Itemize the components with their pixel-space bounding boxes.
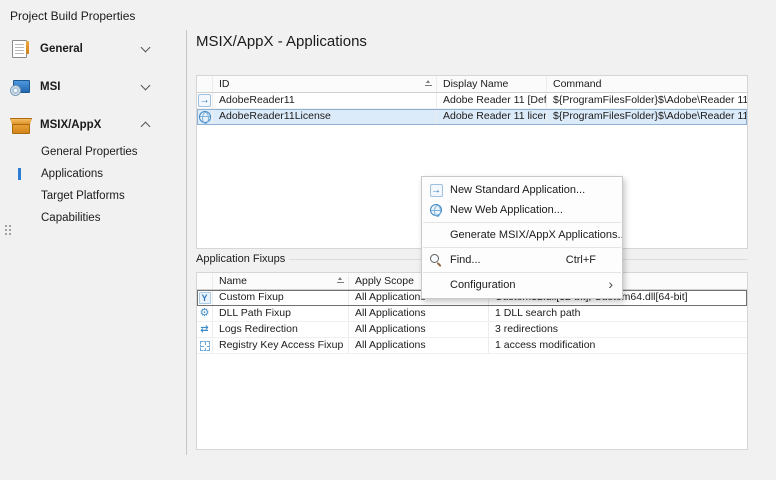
menu-item-new-web-application[interactable]: New Web Application... <box>422 200 622 220</box>
registry-grid-icon <box>200 341 210 351</box>
sidebar-group-label: MSIX/AppX <box>40 119 101 131</box>
fixup-details: 1 DLL search path <box>489 306 747 321</box>
custom-fixup-icon <box>199 292 211 304</box>
app-id: AdobeReader11 <box>213 93 437 108</box>
chevron-down-icon[interactable] <box>141 43 151 53</box>
sidebar-group-msi[interactable]: MSI <box>10 76 176 98</box>
table-row[interactable]: AdobeReader11License Adobe Reader 11 lic… <box>197 109 747 125</box>
fixup-name: Logs Redirection <box>213 322 349 337</box>
sidebar-group-msix-appx[interactable]: MSIX/AppX <box>10 114 176 136</box>
fixup-name: Registry Key Access Fixup <box>213 338 349 353</box>
menu-shortcut: Ctrl+F <box>566 254 596 266</box>
applications-table-header: ID Display Name Command <box>197 76 747 93</box>
fixup-details: 3 redirections <box>489 322 747 337</box>
menu-separator <box>423 272 621 273</box>
sort-ascending-icon <box>337 277 344 284</box>
sidebar-item-applications[interactable]: Applications <box>0 165 186 183</box>
menu-item-new-standard-application[interactable]: New Standard Application... <box>422 180 622 200</box>
standard-application-icon <box>430 184 443 197</box>
menu-item-generate-msix-appx-applications[interactable]: Generate MSIX/AppX Applications... <box>422 225 622 245</box>
panel-grip-handle[interactable] <box>4 224 11 236</box>
app-display-name: Adobe Reader 11 license <box>437 109 547 124</box>
table-row[interactable]: DLL Path Fixup All Applications 1 DLL se… <box>197 306 747 322</box>
submenu-arrow-icon: › <box>608 276 613 292</box>
header-icon-column[interactable] <box>197 76 213 92</box>
chevron-down-icon[interactable] <box>141 81 151 91</box>
section-title: MSIX/AppX - Applications <box>196 33 367 50</box>
chevron-up-icon[interactable] <box>141 122 151 132</box>
sidebar-group-general[interactable]: General <box>10 38 176 60</box>
app-command: ${ProgramFilesFolder}$\Adobe\Reader 11.0… <box>547 109 747 124</box>
header-display-name[interactable]: Display Name <box>437 76 547 92</box>
sidebar: General MSI MSIX/AppX General Properties… <box>0 30 186 460</box>
menu-separator <box>423 247 621 248</box>
gear-icon <box>198 307 211 320</box>
context-menu: New Standard Application... New Web Appl… <box>421 176 623 299</box>
selected-item-marker <box>18 168 21 180</box>
sidebar-item-label: Applications <box>41 168 103 180</box>
menu-separator <box>423 222 621 223</box>
msix-box-icon <box>10 115 30 135</box>
header-id[interactable]: ID <box>213 76 437 92</box>
msi-disc-icon <box>10 77 30 97</box>
sidebar-item-capabilities[interactable]: Capabilities <box>0 209 186 227</box>
find-icon <box>430 254 443 267</box>
project-build-properties-window: Project Build Properties General MSI MSI… <box>0 0 776 480</box>
fixup-apply-scope: All Applications <box>349 338 489 353</box>
web-application-icon <box>199 111 211 123</box>
page-title: Project Build Properties <box>10 9 135 23</box>
table-row[interactable]: AdobeReader11 Adobe Reader 11 [Default] … <box>197 93 747 109</box>
standard-application-icon <box>198 94 211 107</box>
table-row[interactable]: Registry Key Access Fixup All Applicatio… <box>197 338 747 354</box>
sidebar-group-label: MSI <box>40 81 60 93</box>
sidebar-item-general-properties[interactable]: General Properties <box>0 143 186 161</box>
sidebar-item-target-platforms[interactable]: Target Platforms <box>0 187 186 205</box>
sidebar-item-label: Capabilities <box>41 212 100 224</box>
sidebar-item-label: General Properties <box>41 146 138 158</box>
fixup-apply-scope: All Applications <box>349 322 489 337</box>
fixup-details: 1 access modification <box>489 338 747 353</box>
header-command[interactable]: Command <box>547 76 747 92</box>
general-document-icon <box>10 39 30 59</box>
app-display-name: Adobe Reader 11 [Default] <box>437 93 547 108</box>
sidebar-group-label: General <box>40 43 83 55</box>
redirect-arrows-icon <box>198 323 211 336</box>
menu-item-find[interactable]: Find... Ctrl+F <box>422 250 622 270</box>
fixup-name: DLL Path Fixup <box>213 306 349 321</box>
app-id: AdobeReader11License <box>213 109 437 124</box>
web-application-icon <box>430 204 442 216</box>
sidebar-item-label: Target Platforms <box>41 190 125 202</box>
table-row[interactable]: Logs Redirection All Applications 3 redi… <box>197 322 747 338</box>
menu-item-configuration[interactable]: Configuration › <box>422 275 622 295</box>
application-fixups-label: Application Fixups <box>196 253 285 265</box>
fixup-name: Custom Fixup <box>213 290 349 305</box>
sort-ascending-icon <box>425 80 432 87</box>
fixup-apply-scope: All Applications <box>349 306 489 321</box>
app-command: ${ProgramFilesFolder}$\Adobe\Reader 11.0… <box>547 93 747 108</box>
sidebar-splitter[interactable] <box>186 30 187 455</box>
header-name[interactable]: Name <box>213 273 349 289</box>
header-icon-column[interactable] <box>197 273 213 289</box>
